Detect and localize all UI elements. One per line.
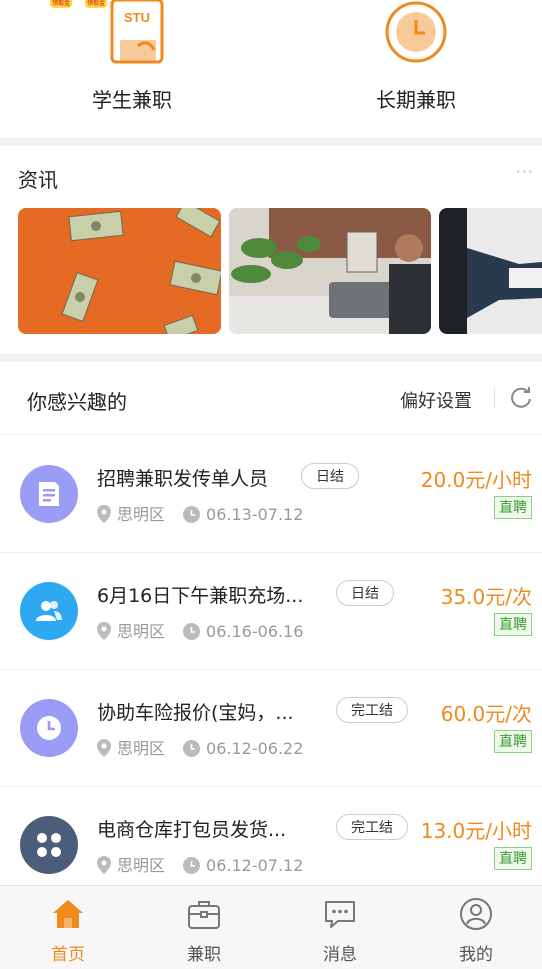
refresh-icon[interactable] (510, 386, 532, 408)
student-book-icon: STU (110, 0, 164, 64)
chat-bubble-icon (325, 901, 355, 928)
job-meta: 思明区 06.13-07.12 (97, 501, 303, 525)
job-price: 60.0元/次 (440, 702, 532, 726)
settlement-tag: 日结 (301, 463, 359, 489)
tab-mine[interactable]: 我的 (408, 886, 542, 969)
job-price: 35.0元/次 (440, 585, 532, 609)
document-icon (20, 465, 78, 523)
job-meta: 思明区 06.12-06.22 (97, 735, 303, 759)
job-list-item[interactable]: 协助车险报价(宝妈，... 完工结 60.0元/次 直聘 思明区 06.12-06… (0, 669, 542, 787)
money-falling-image (61, 208, 221, 334)
category-label: 长期兼职 (376, 88, 456, 112)
briefcase-icon (188, 901, 220, 929)
clock-small-icon (183, 740, 201, 757)
category-section: 领现金 领现金 STU 学生兼职 长期兼职 (0, 0, 542, 138)
interest-title: 你感兴趣的 (27, 390, 127, 414)
svg-text:STU: STU (124, 10, 150, 25)
job-list-item[interactable]: 6月16日下午兼职充场... 日结 35.0元/次 直聘 思明区 06.16-06… (0, 552, 542, 670)
grid-icon (20, 816, 78, 874)
divider (494, 388, 495, 408)
job-title: 6月16日下午兼职充场... (97, 585, 304, 607)
job-date: 06.16-06.16 (206, 622, 304, 641)
location-pin-icon (97, 739, 111, 757)
job-location: 思明区 (117, 856, 166, 875)
job-title: 电商仓库打包员发货... (97, 819, 287, 841)
settlement-tag: 完工结 (336, 697, 408, 723)
location-pin-icon (97, 505, 111, 523)
category-label: 学生兼职 (92, 88, 172, 112)
job-location: 思明区 (117, 505, 166, 524)
tab-label: 首页 (51, 945, 85, 965)
user-profile-icon (460, 898, 492, 930)
clock-small-icon (183, 506, 201, 523)
clock-icon (385, 1, 447, 63)
tab-parttime[interactable]: 兼职 (136, 886, 272, 969)
preference-settings-link[interactable]: 偏好设置 (400, 387, 472, 413)
tab-messages[interactable]: 消息 (272, 886, 408, 969)
location-pin-icon (97, 622, 111, 640)
tab-label: 兼职 (187, 945, 221, 965)
settlement-tag: 日结 (336, 580, 394, 606)
job-location: 思明区 (117, 739, 166, 758)
job-title: 招聘兼职发传单人员 (97, 468, 269, 490)
interest-section: 你感兴趣的 偏好设置 招聘兼职发传单人员 日结 20.0元/小时 直聘 思明区 0… (0, 362, 542, 904)
settlement-tag: 完工结 (336, 814, 408, 840)
job-price: 13.0元/小时 (420, 819, 532, 843)
home-icon (53, 900, 83, 928)
man-on-phone-image (229, 208, 431, 334)
job-date: 06.12-07.12 (206, 856, 304, 875)
direct-hire-badge: 直聘 (494, 496, 532, 519)
news-section: 资讯 ··· (0, 146, 542, 354)
news-card-money[interactable] (18, 208, 221, 334)
job-meta: 思明区 06.16-06.16 (97, 618, 303, 642)
bottom-tab-bar: 首页 兼职 消息 我的 (0, 885, 542, 969)
tab-label: 我的 (459, 945, 493, 965)
job-price: 20.0元/小时 (420, 468, 532, 492)
news-title: 资讯 (18, 168, 58, 192)
job-date: 06.12-06.22 (206, 739, 304, 758)
clock-icon (20, 699, 78, 757)
job-date: 06.13-07.12 (206, 505, 304, 524)
promo-badge: 领现金 (85, 0, 107, 8)
clock-small-icon (183, 623, 201, 640)
news-card-handshake[interactable] (439, 208, 542, 334)
news-card-business[interactable] (229, 208, 431, 334)
people-icon (20, 582, 78, 640)
job-list-item[interactable]: 招聘兼职发传单人员 日结 20.0元/小时 直聘 思明区 06.13-07.12 (0, 435, 542, 553)
direct-hire-badge: 直聘 (494, 730, 532, 753)
tab-home[interactable]: 首页 (0, 886, 136, 969)
location-pin-icon (97, 856, 111, 874)
direct-hire-badge: 直聘 (494, 613, 532, 636)
clock-small-icon (183, 857, 201, 874)
tab-label: 消息 (323, 945, 357, 965)
more-icon[interactable]: ··· (516, 162, 534, 181)
job-meta: 思明区 06.12-07.12 (97, 852, 303, 876)
job-location: 思明区 (117, 622, 166, 641)
handshake-image (439, 208, 542, 334)
job-title: 协助车险报价(宝妈，... (97, 702, 294, 724)
direct-hire-badge: 直聘 (494, 847, 532, 870)
interest-header: 你感兴趣的 偏好设置 (0, 362, 542, 435)
promo-badge: 领现金 (50, 0, 72, 8)
